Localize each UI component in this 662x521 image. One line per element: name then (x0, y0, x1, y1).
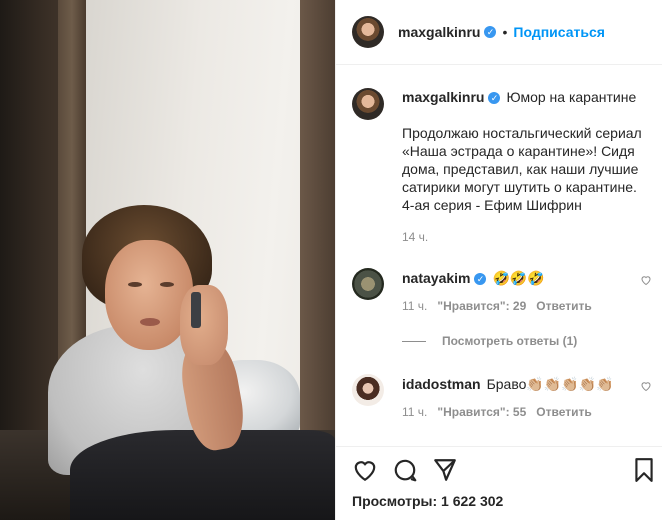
like-comment-heart-icon[interactable] (640, 274, 652, 286)
phone (191, 292, 201, 328)
comment-time[interactable]: 11 ч. (402, 405, 427, 419)
comment-body: natayakim ✓ 🤣🤣🤣 11 ч. "Нравится": 29 Ответ… (402, 268, 652, 313)
post-header: maxgalkinru ✓ • Подписаться (336, 0, 662, 65)
share-icon[interactable] (432, 457, 458, 483)
caption-avatar[interactable] (352, 88, 384, 120)
view-replies-button[interactable]: Посмотреть ответы (1) (402, 334, 577, 348)
instagram-post: maxgalkinru ✓ • Подписаться maxgalkinru ✓… (0, 0, 662, 520)
comment-item: idadostman Браво👏🏼👏🏼👏🏼👏🏼👏🏼 11 ч. "Нравитс… (352, 374, 652, 419)
comment-body: idadostman Браво👏🏼👏🏼👏🏼👏🏼👏🏼 11 ч. "Нравитс… (402, 374, 652, 419)
comment-item: natayakim ✓ 🤣🤣🤣 11 ч. "Нравится": 29 Ответ… (352, 268, 652, 313)
post-actions: Просмотры: 1 622 302 (336, 446, 662, 521)
commenter-avatar[interactable] (352, 268, 384, 300)
commenter-username[interactable]: natayakim (402, 270, 470, 286)
comment-text: 🤣🤣🤣 (492, 270, 545, 286)
comment-likes[interactable]: "Нравится": 29 (437, 299, 526, 313)
man-hand (180, 285, 228, 365)
caption-username[interactable]: maxgalkinru (402, 89, 484, 105)
like-comment-heart-icon[interactable] (640, 380, 652, 392)
eye-left (128, 282, 142, 287)
follow-button[interactable]: Подписаться (513, 24, 605, 40)
heart-icon[interactable] (352, 457, 378, 483)
comment-meta: 11 ч. "Нравится": 55 Ответить (402, 405, 652, 419)
view-count[interactable]: Просмотры: 1 622 302 (352, 493, 503, 509)
view-replies-label: Посмотреть ответы (1) (442, 334, 578, 348)
post-side-panel: maxgalkinru ✓ • Подписаться maxgalkinru ✓… (335, 0, 662, 520)
caption-heading: maxgalkinru ✓ Юмор на карантине (402, 88, 652, 106)
reply-button[interactable]: Ответить (536, 299, 591, 313)
commenter-avatar[interactable] (352, 374, 384, 406)
replies-divider-line (402, 340, 426, 342)
caption-title: Юмор на карантине (506, 89, 637, 105)
comment-line: natayakim ✓ 🤣🤣🤣 (402, 270, 652, 287)
comment-text: Браво👏🏼👏🏼👏🏼👏🏼👏🏼 (486, 376, 614, 392)
verified-badge-icon: ✓ (484, 26, 497, 38)
post-caption: maxgalkinru ✓ Юмор на карантине Продолжаю … (352, 88, 652, 246)
caption-text: Продолжаю ностальгический сериал «Наша э… (402, 125, 642, 213)
comment-meta: 11 ч. "Нравится": 29 Ответить (402, 299, 652, 313)
separator-dot: • (502, 24, 508, 40)
caption-body: maxgalkinru ✓ Юмор на карантине Продолжаю … (402, 88, 652, 246)
reply-button[interactable]: Ответить (536, 405, 591, 419)
comment-line: idadostman Браво👏🏼👏🏼👏🏼👏🏼👏🏼 (402, 376, 652, 393)
post-video[interactable] (0, 0, 335, 520)
commenter-username[interactable]: idadostman (402, 376, 481, 392)
bookmark-icon[interactable] (631, 457, 657, 483)
author-username[interactable]: maxgalkinru (398, 24, 480, 40)
caption-timestamp[interactable]: 14 ч. (402, 228, 652, 246)
comment-time[interactable]: 11 ч. (402, 299, 427, 313)
comment-likes[interactable]: "Нравится": 55 (437, 405, 526, 419)
author-avatar[interactable] (352, 16, 384, 48)
verified-badge-icon: ✓ (474, 273, 487, 286)
comment-icon[interactable] (392, 457, 418, 483)
eye-right (160, 282, 174, 287)
verified-badge-icon: ✓ (488, 92, 501, 105)
mouth (140, 318, 160, 326)
